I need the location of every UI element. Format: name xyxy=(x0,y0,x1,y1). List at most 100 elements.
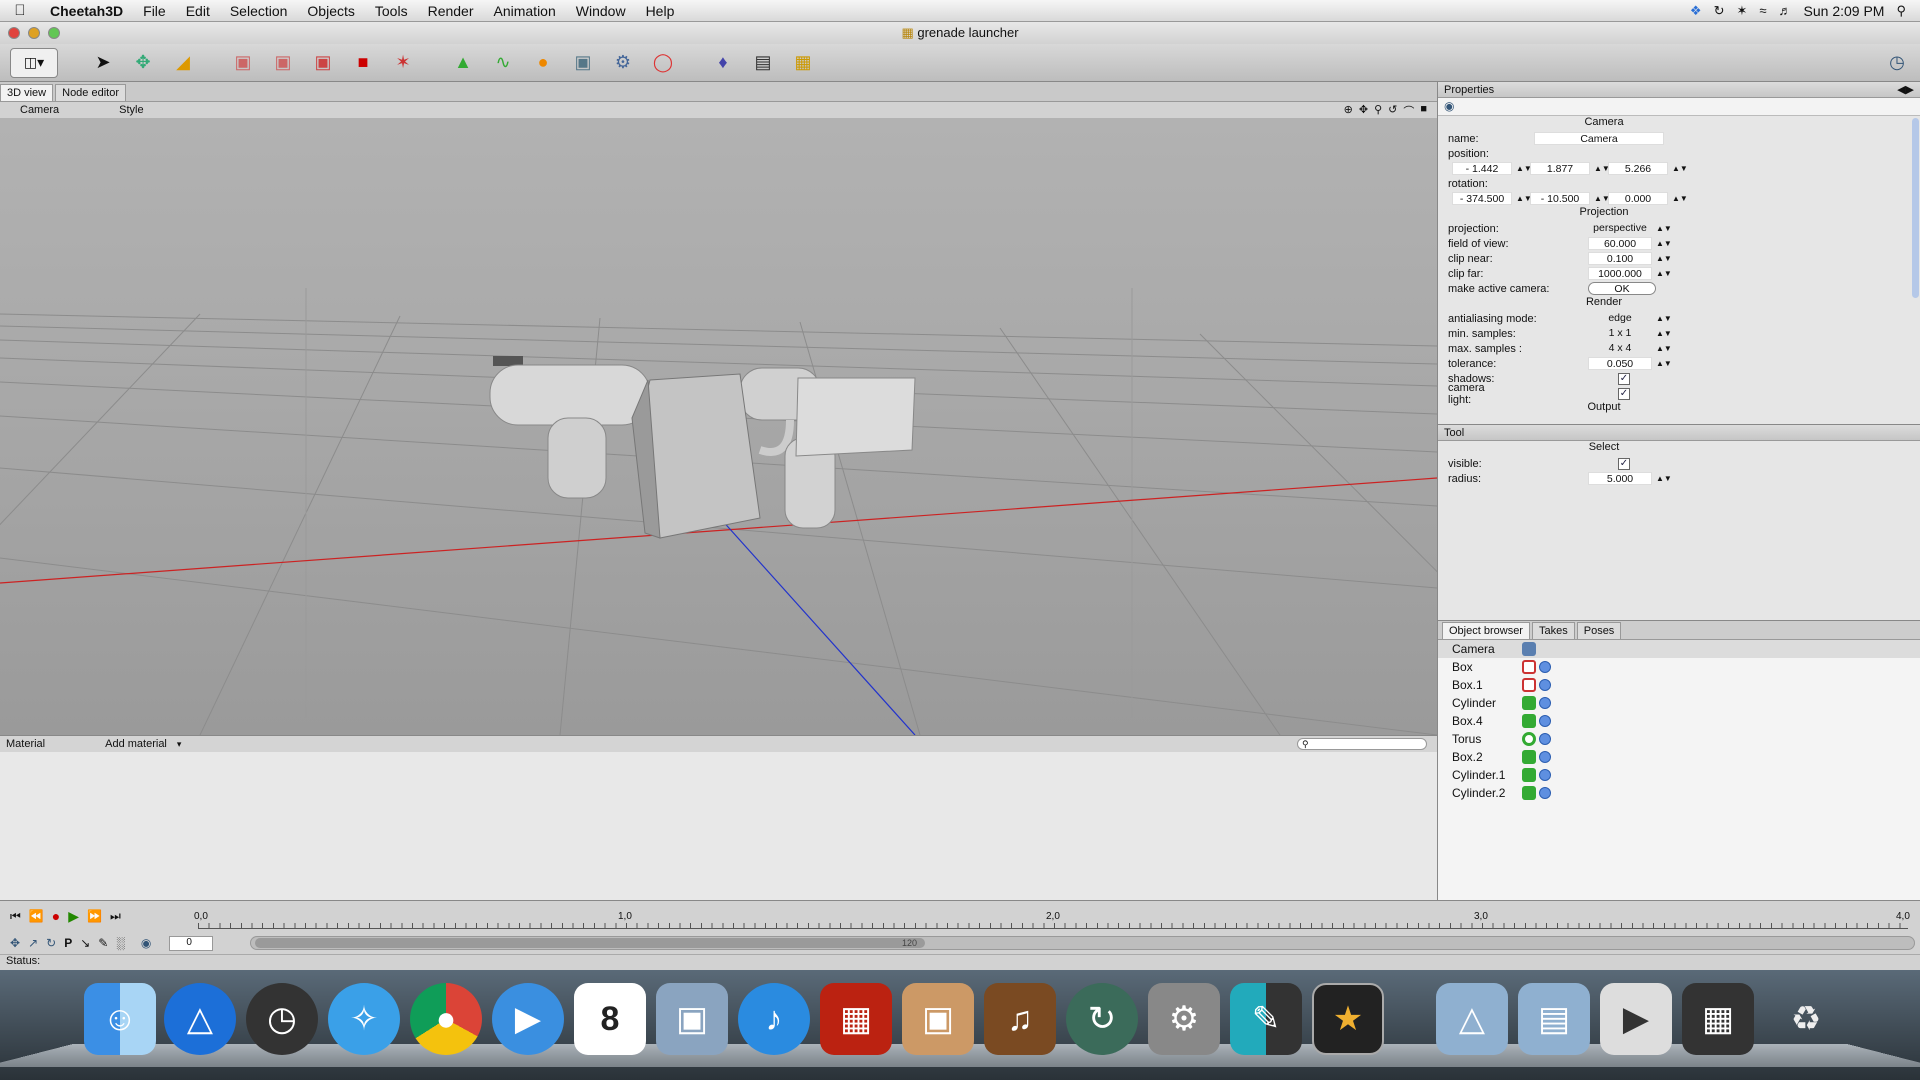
stepper-icon[interactable]: ▲▼ xyxy=(1594,164,1610,173)
render-window-icon[interactable]: ▦ xyxy=(788,48,818,78)
stepper-icon[interactable]: ▲▼ xyxy=(1656,314,1672,323)
app-store-icon[interactable]: △ xyxy=(164,983,236,1055)
list-item[interactable]: Box.1 xyxy=(1438,676,1920,694)
zoom-icon[interactable]: ⚲ xyxy=(1374,103,1382,119)
chrome-icon[interactable]: ● xyxy=(410,983,482,1055)
stepper-icon[interactable]: ▲▼ xyxy=(1656,474,1672,483)
menu-render[interactable]: Render xyxy=(418,3,484,19)
time-machine-dock-icon[interactable]: ↻ xyxy=(1066,983,1138,1055)
orbit-icon[interactable]: ↺ xyxy=(1388,103,1397,119)
grenade-launcher-model[interactable] xyxy=(489,356,916,539)
tag-icon[interactable] xyxy=(1539,661,1551,673)
menu-edit[interactable]: Edit xyxy=(176,3,220,19)
nav-arrows-icon[interactable]: ◀▶ xyxy=(1897,82,1914,98)
tolerance-field[interactable]: 0.050 xyxy=(1588,357,1652,370)
move-key-icon[interactable]: ✥ xyxy=(10,936,20,950)
itunes-icon[interactable]: ♪ xyxy=(738,983,810,1055)
fov-field[interactable]: 60.000 xyxy=(1588,237,1652,250)
properties-scrollbar[interactable] xyxy=(1912,118,1919,298)
position-x-field[interactable]: - 1.442 xyxy=(1452,162,1512,175)
radius-field[interactable]: 5.000 xyxy=(1588,472,1652,485)
applications-folder-icon[interactable]: △ xyxy=(1436,983,1508,1055)
list-item[interactable]: Camera xyxy=(1438,640,1920,658)
tab-3d-view[interactable]: 3D view xyxy=(0,84,54,101)
script-clock-icon[interactable]: ◷ xyxy=(1882,48,1912,78)
select-arrow-icon[interactable]: ➤ xyxy=(88,48,118,78)
stepper-icon[interactable]: ▲▼ xyxy=(1516,194,1532,203)
name-field[interactable]: Camera xyxy=(1534,132,1664,145)
time-machine-icon[interactable]: ↻ xyxy=(1714,3,1725,19)
range-slider-thumb[interactable]: 120 xyxy=(255,938,925,948)
graph-key-icon[interactable]: ░ xyxy=(116,936,125,950)
layout-switch-icon[interactable]: ◫▾ xyxy=(10,47,58,78)
shadows-checkbox[interactable]: ✓ xyxy=(1618,372,1630,385)
minimize-window-button[interactable] xyxy=(28,27,40,39)
menu-help[interactable]: Help xyxy=(636,3,685,19)
video-thumbnail-icon[interactable]: ▶ xyxy=(1600,983,1672,1055)
projection-select[interactable]: perspective xyxy=(1588,222,1652,235)
garageband-icon[interactable]: ♫ xyxy=(984,983,1056,1055)
box-edges-icon[interactable]: ▣ xyxy=(268,48,298,78)
tag-icon[interactable] xyxy=(1539,679,1551,691)
camera-light-checkbox[interactable]: ✓ xyxy=(1618,387,1630,400)
stepper-icon[interactable]: ▲▼ xyxy=(1656,224,1672,233)
brush-key-icon[interactable]: ✎ xyxy=(98,936,108,950)
position-z-field[interactable]: 5.266 xyxy=(1608,162,1668,175)
menu-animation[interactable]: Animation xyxy=(484,3,566,19)
step-forward-icon[interactable]: ⏩ xyxy=(87,909,102,923)
maximize-icon[interactable]: ■ xyxy=(1420,103,1427,119)
finder-icon[interactable]: ☺ xyxy=(84,983,156,1055)
screenshot-thumbnail-icon[interactable]: ▦ xyxy=(1682,983,1754,1055)
visible-checkbox[interactable]: ✓ xyxy=(1618,457,1630,470)
chevron-down-icon[interactable]: ▾ xyxy=(177,739,182,750)
stepper-icon[interactable]: ▲▼ xyxy=(1656,239,1672,248)
safari-icon[interactable]: ✧ xyxy=(328,983,400,1055)
joint-tool-icon[interactable]: ✶ xyxy=(388,48,418,78)
stepper-icon[interactable]: ▲▼ xyxy=(1656,359,1672,368)
documents-folder-icon[interactable]: ▤ xyxy=(1518,983,1590,1055)
tag-icon[interactable] xyxy=(1539,751,1551,763)
stepper-icon[interactable]: ▲▼ xyxy=(1516,164,1532,173)
spline-icon[interactable]: ∿ xyxy=(488,48,518,78)
bluetooth-icon[interactable]: ✶ xyxy=(1736,3,1747,19)
wifi-icon[interactable]: ≈ xyxy=(1759,3,1766,18)
apple-menu-icon[interactable]:  xyxy=(0,2,40,19)
camera-light-icon[interactable]: ⚙ xyxy=(608,48,638,78)
rotation-z-field[interactable]: 0.000 xyxy=(1608,192,1668,205)
menu-file[interactable]: File xyxy=(133,3,176,19)
stepper-icon[interactable]: ▲▼ xyxy=(1656,344,1672,353)
zoom-window-button[interactable] xyxy=(48,27,60,39)
rotation-y-field[interactable]: - 10.500 xyxy=(1530,192,1590,205)
list-item[interactable]: Cylinder.1 xyxy=(1438,766,1920,784)
tag-icon[interactable] xyxy=(1539,715,1551,727)
menu-cheetah3d[interactable]: Cheetah3D xyxy=(40,3,133,19)
list-item[interactable]: Cylinder xyxy=(1438,694,1920,712)
stepper-icon[interactable]: ▲▼ xyxy=(1672,194,1688,203)
menu-window[interactable]: Window xyxy=(566,3,636,19)
menu-tools[interactable]: Tools xyxy=(365,3,418,19)
camera-roll-icon[interactable]: ⌒ xyxy=(1403,103,1414,119)
step-back-icon[interactable]: ⏪ xyxy=(29,909,44,923)
rotate-key-icon[interactable]: ↻ xyxy=(46,936,56,950)
tab-node-editor[interactable]: Node editor xyxy=(55,84,126,101)
material-search-input[interactable]: ⚲ xyxy=(1297,738,1427,750)
sketchbook-icon[interactable]: ✎ xyxy=(1230,983,1302,1055)
min-samples-select[interactable]: 1 x 1 xyxy=(1588,327,1652,340)
tag-icon[interactable] xyxy=(1539,787,1551,799)
tab-poses[interactable]: Poses xyxy=(1576,622,1622,639)
max-samples-select[interactable]: 4 x 4 xyxy=(1588,342,1652,355)
calendar-icon[interactable]: 8 xyxy=(574,983,646,1055)
list-item[interactable]: Box.4 xyxy=(1438,712,1920,730)
go-to-start-icon[interactable]: ⏮ xyxy=(10,909,21,924)
spotlight-icon[interactable]: ⚲ xyxy=(1896,3,1906,19)
box-solid-icon[interactable]: ■ xyxy=(348,48,378,78)
position-y-field[interactable]: 1.877 xyxy=(1530,162,1590,175)
tag-icon[interactable] xyxy=(1539,733,1551,745)
photo-booth-icon[interactable]: ▦ xyxy=(820,983,892,1055)
dashboard-icon[interactable]: ◷ xyxy=(246,983,318,1055)
cheetah3d-dock-icon[interactable]: ★ xyxy=(1312,983,1384,1055)
image-capture-icon[interactable]: ▣ xyxy=(902,983,974,1055)
stepper-icon[interactable]: ▲▼ xyxy=(1656,254,1672,263)
menubar-clock[interactable]: Sun 2:09 PM xyxy=(1804,3,1885,19)
primitive-cone-icon[interactable]: ▲ xyxy=(448,48,478,78)
